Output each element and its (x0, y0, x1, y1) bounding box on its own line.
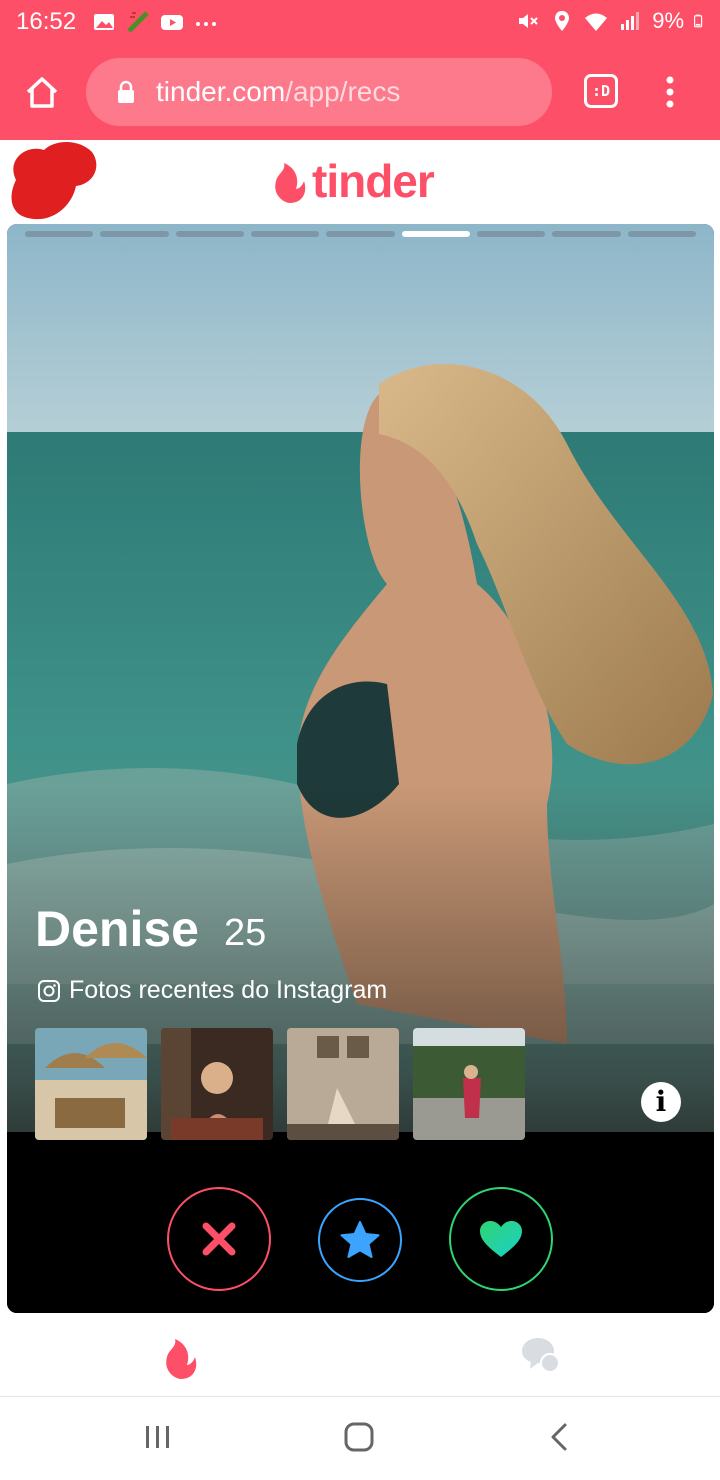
notification-icons (92, 10, 218, 34)
photo-progress-segment[interactable] (25, 231, 94, 237)
more-notifications-icon (196, 22, 216, 26)
instagram-thumbnail[interactable] (35, 1028, 147, 1140)
address-bar[interactable]: tinder.com/app/recs (86, 58, 552, 126)
android-navigation-bar (0, 1398, 720, 1480)
instagram-thumbnails (35, 1028, 525, 1140)
photo-progress-segment[interactable] (250, 231, 320, 237)
home-nav-icon[interactable] (344, 1422, 374, 1452)
nope-button[interactable] (167, 1187, 271, 1291)
photo-progress-segment[interactable] (326, 231, 395, 237)
photo-progress-segment[interactable] (175, 231, 244, 237)
instagram-section-title: Fotos recentes do Instagram (37, 976, 387, 1005)
bottom-tab-bar (0, 1313, 720, 1397)
system-status: 9% (516, 8, 708, 34)
app-header: tinder (0, 140, 720, 224)
youtube-icon (161, 15, 183, 30)
status-bar: 16:52 9% (0, 0, 720, 44)
like-button[interactable] (449, 1187, 553, 1291)
url-text: tinder.com/app/recs (156, 76, 400, 108)
logo-text: tinder (312, 155, 435, 207)
wifi-icon (585, 13, 608, 31)
info-button[interactable]: i (641, 1082, 681, 1122)
flame-icon[interactable] (160, 1335, 200, 1379)
profile-photo[interactable] (7, 224, 714, 1313)
star-icon (340, 1221, 380, 1258)
heart-icon (480, 1221, 522, 1257)
photo-progress-segment[interactable] (552, 231, 621, 237)
location-icon (555, 11, 570, 31)
url-host: tinder.com (156, 76, 286, 107)
overflow-menu-icon[interactable] (658, 74, 682, 110)
profile-name: Denise (35, 901, 199, 957)
tab-switcher-button[interactable]: :D (584, 74, 618, 108)
battery-percentage: 9% (652, 8, 684, 33)
photo-progress-segment[interactable] (100, 231, 169, 237)
tinder-logo[interactable]: tinder (270, 155, 435, 207)
close-icon (202, 1222, 236, 1256)
photo-illustration (7, 224, 714, 1313)
instagram-thumbnail[interactable] (287, 1028, 399, 1140)
chat-bubbles-icon[interactable] (518, 1335, 562, 1375)
fake-gps-icon (127, 11, 149, 33)
photo-progress (25, 231, 696, 237)
super-like-button[interactable] (318, 1198, 402, 1282)
status-time: 16:52 (16, 8, 77, 35)
photo-progress-segment[interactable] (476, 231, 546, 237)
profile-card[interactable]: Denise 25 Fotos recentes do Instagram i (7, 224, 714, 1313)
profile-age: 25 (224, 912, 267, 954)
instagram-thumbnail[interactable] (161, 1028, 273, 1140)
browser-toolbar: tinder.com/app/recs :D (0, 44, 720, 140)
instagram-label: Fotos recentes do Instagram (69, 976, 388, 1004)
url-path: /app/recs (285, 76, 401, 107)
flame-logo-icon (275, 163, 306, 203)
mute-icon (519, 14, 538, 28)
gallery-icon (94, 14, 114, 30)
instagram-icon (38, 979, 60, 1002)
photo-progress-segment[interactable] (627, 231, 696, 237)
redaction-scribble (11, 142, 97, 220)
back-icon[interactable] (548, 1422, 570, 1452)
battery-icon (694, 14, 703, 28)
instagram-thumbnail[interactable] (413, 1028, 525, 1140)
photo-progress-segment[interactable] (401, 231, 470, 237)
signal-icon (621, 12, 640, 30)
lock-icon (118, 80, 134, 103)
home-icon[interactable] (22, 72, 62, 112)
recent-apps-icon[interactable] (144, 1424, 172, 1450)
